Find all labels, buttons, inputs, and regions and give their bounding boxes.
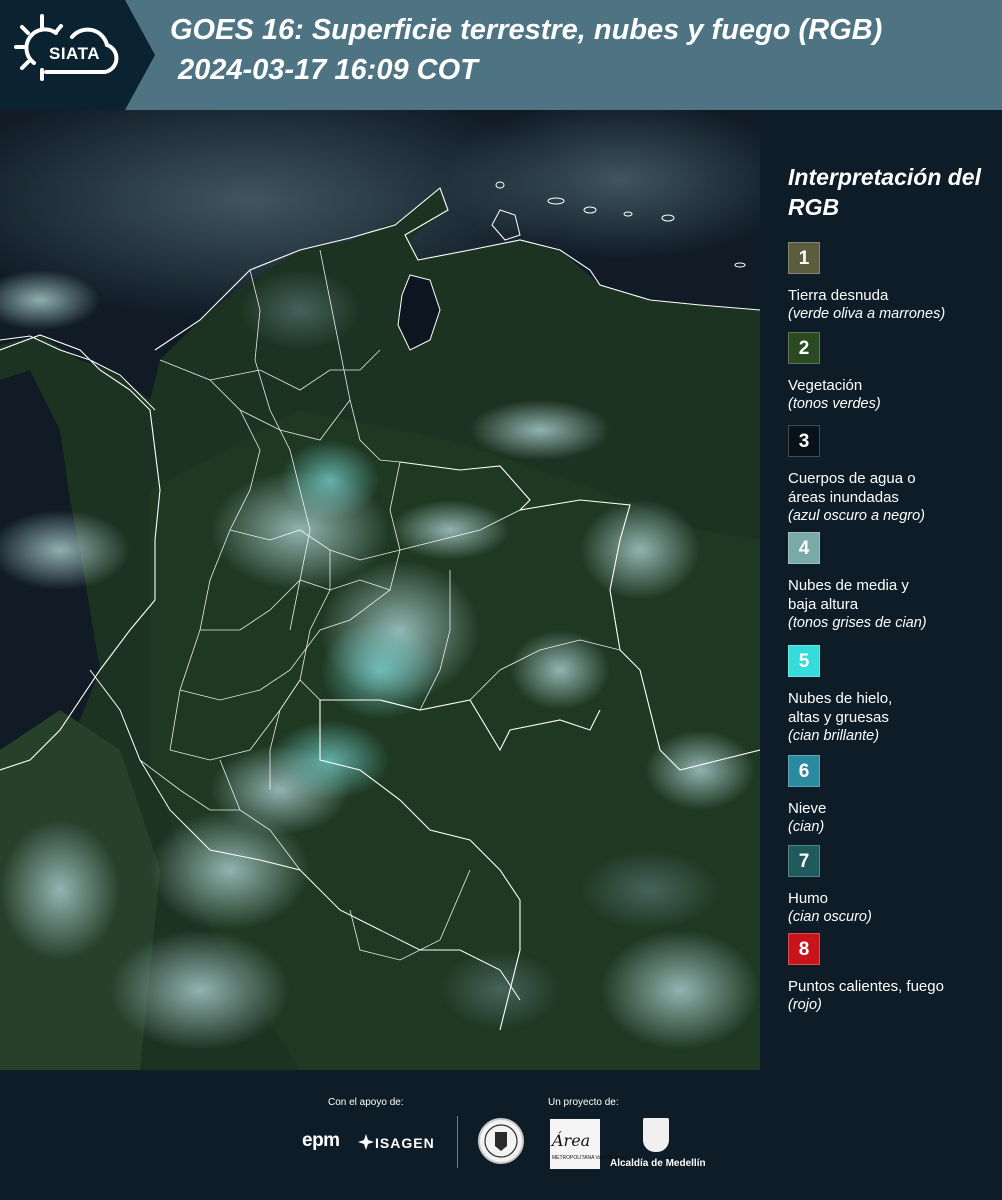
legend-item: 4 Nubes de media y baja altura (tonos gris… [788,532,998,633]
legend-panel: Interpretación del RGB 1 Tierra desnuda (v… [760,110,1002,1070]
header: SIATA GOES 16: Superficie terrestre, nub… [0,0,1002,110]
legend-description: (cian) [788,819,825,835]
legend-swatch: 1 [788,242,820,274]
legend-swatch: 2 [788,332,820,364]
legend-label: Nubes de hielo, altas y gruesas [788,690,893,726]
legend-swatch: 7 [788,845,820,877]
legend-label: Cuerpos de agua o áreas inundadas [788,470,916,506]
legend-swatch: 4 [788,532,820,564]
medellin-label: Alcaldía de Medellín [610,1158,706,1169]
legend-label: Humo [788,890,829,907]
legend-swatch: 5 [788,645,820,677]
university-seal-icon[interactable] [478,1118,524,1164]
legend-label: Nubes de media y baja altura [788,577,909,613]
medellin-crest-icon[interactable] [643,1118,669,1152]
legend-description: (verde oliva a marrones) [788,306,946,322]
legend-label: Puntos calientes, fuego [788,978,944,995]
logo-text: SIATA [49,44,100,63]
footer-divider [457,1116,458,1168]
legend-label: Vegetación [788,377,863,394]
timestamp: 2024-03-17 16:09 COT [178,54,478,86]
isagen-mark-icon [358,1134,374,1150]
map-image [0,110,760,1070]
legend-label: Nieve [788,800,827,817]
legend-swatch: 3 [788,425,820,457]
footer: Con el apoyo de: Un proyecto de: epm ISA… [0,1070,1002,1200]
legend-description: (cian brillante) [788,728,880,744]
legend-description: (tonos grises de cian) [788,615,927,631]
legend-description: (rojo) [788,997,822,1013]
legend-item: 5 Nubes de hielo, altas y gruesas (cian br… [788,645,998,746]
legend-item: 7 Humo (cian oscuro) [788,845,998,927]
isagen-logo[interactable]: ISAGEN [375,1135,435,1151]
epm-logo[interactable]: epm [302,1130,340,1152]
legend-item: 8 Puntos calientes, fuego (rojo) [788,933,998,1015]
legend-item: 1 Tierra desnuda (verde oliva a marrones) [788,242,998,324]
legend-description: (tonos verdes) [788,396,881,412]
page-title: GOES 16: Superficie terrestre, nubes y f… [170,14,883,46]
legend-label: Tierra desnuda [788,287,889,304]
area-metropolitana-logo[interactable]: Área METROPOLITANA Valle de Aburrá [550,1119,629,1169]
legend-swatch: 8 [788,933,820,965]
legend-description: (azul oscuro a negro) [788,508,926,524]
project-label: Un proyecto de: [548,1097,619,1108]
support-label: Con el apoyo de: [328,1097,404,1108]
legend-title: Interpretación del RGB [788,164,981,220]
legend-item: 3 Cuerpos de agua o áreas inundadas (azul … [788,425,998,526]
legend-swatch: 6 [788,755,820,787]
satellite-map[interactable] [0,110,760,1070]
legend-description: (cian oscuro) [788,909,872,925]
legend-item: 2 Vegetación (tonos verdes) [788,332,998,414]
legend-item: 6 Nieve (cian) [788,755,998,837]
siata-logo[interactable]: SIATA [0,0,155,110]
